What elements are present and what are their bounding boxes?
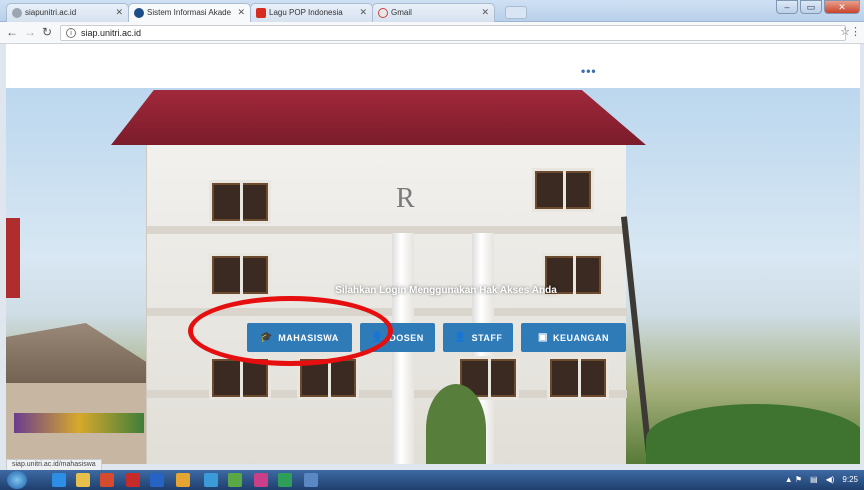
chrome-icon[interactable] (176, 473, 190, 487)
app-icon[interactable] (126, 473, 140, 487)
forward-arrow-icon[interactable]: → (24, 25, 36, 39)
bookmark-star-icon[interactable]: ☆ (840, 25, 850, 38)
flag-icon[interactable]: ▲ ⚑ (785, 475, 802, 484)
tab-gmail[interactable]: Gmail ✕ (372, 3, 495, 22)
maximize-button[interactable]: ▭ (800, 0, 822, 14)
header-menu-dots[interactable]: ••• (581, 64, 597, 78)
campus-building (146, 138, 627, 464)
close-tab-icon[interactable]: ✕ (359, 7, 367, 18)
app-icon[interactable] (254, 473, 268, 487)
close-tab-icon[interactable]: ✕ (237, 7, 245, 18)
building-logo: R (396, 183, 415, 214)
menu-icon[interactable]: ⋮ (850, 25, 861, 38)
media-player-icon[interactable] (100, 473, 114, 487)
campus-banner (14, 413, 144, 433)
close-window-button[interactable]: ✕ (824, 0, 860, 14)
site-header: ••• (6, 44, 860, 88)
tab-sistem-informasi[interactable]: Sistem Informasi Akade ✕ (128, 3, 251, 22)
app-icon[interactable] (228, 473, 242, 487)
start-button[interactable] (7, 471, 27, 489)
new-tab-button[interactable] (505, 6, 527, 19)
close-tab-icon[interactable]: ✕ (481, 7, 489, 18)
page-viewport: ••• R Silahkan Login Menggunakan Hak Aks… (6, 44, 860, 464)
back-arrow-icon[interactable]: ← (6, 25, 18, 39)
address-bar[interactable]: i siap.unitri.ac.id (60, 25, 846, 41)
tab-lagu-pop[interactable]: Lagu POP Indonesia ✕ (250, 3, 373, 22)
volume-icon[interactable]: ◀) (826, 475, 835, 484)
clock[interactable]: 9:25 (842, 475, 858, 484)
keuangan-button[interactable]: ▣ KEUANGAN (521, 323, 626, 352)
site-icon (134, 8, 144, 18)
app-icon[interactable] (304, 473, 318, 487)
gmail-icon (378, 8, 388, 18)
youtube-icon (256, 8, 266, 18)
system-tray: ▲ ⚑ ▤ ◀) 9:25 (785, 475, 858, 484)
ie-icon[interactable] (52, 473, 66, 487)
browser-toolbar: ← → ↻ i siap.unitri.ac.id ☆ ⋮ (0, 22, 864, 44)
highlight-circle (188, 296, 393, 366)
word-icon[interactable] (150, 473, 164, 487)
window-controls: – ▭ ✕ (776, 0, 860, 14)
tab-siap-home[interactable]: siapunitri.ac.id ✕ (6, 3, 129, 22)
app-icon[interactable] (204, 473, 218, 487)
excel-icon[interactable] (278, 473, 292, 487)
minimize-button[interactable]: – (776, 0, 798, 14)
browser-tab-strip: siapunitri.ac.id ✕ Sistem Informasi Akad… (0, 0, 864, 22)
windows-taskbar: ▲ ⚑ ▤ ◀) 9:25 (0, 470, 864, 490)
network-icon[interactable]: ▤ (810, 475, 818, 484)
hero-background: R Silahkan Login Menggunakan Hak Akses A… (6, 88, 860, 464)
reload-icon[interactable]: ↻ (42, 25, 52, 39)
login-tagline: Silahkan Login Menggunakan Hak Akses And… (335, 285, 557, 296)
info-icon[interactable]: i (66, 28, 76, 38)
user-icon: 👤 (453, 332, 467, 343)
explorer-icon[interactable] (76, 473, 90, 487)
staff-button[interactable]: 👤 STAFF (443, 323, 513, 352)
close-tab-icon[interactable]: ✕ (115, 7, 123, 18)
money-icon: ▣ (538, 332, 548, 343)
page-icon (12, 8, 22, 18)
building-roof (111, 90, 646, 145)
